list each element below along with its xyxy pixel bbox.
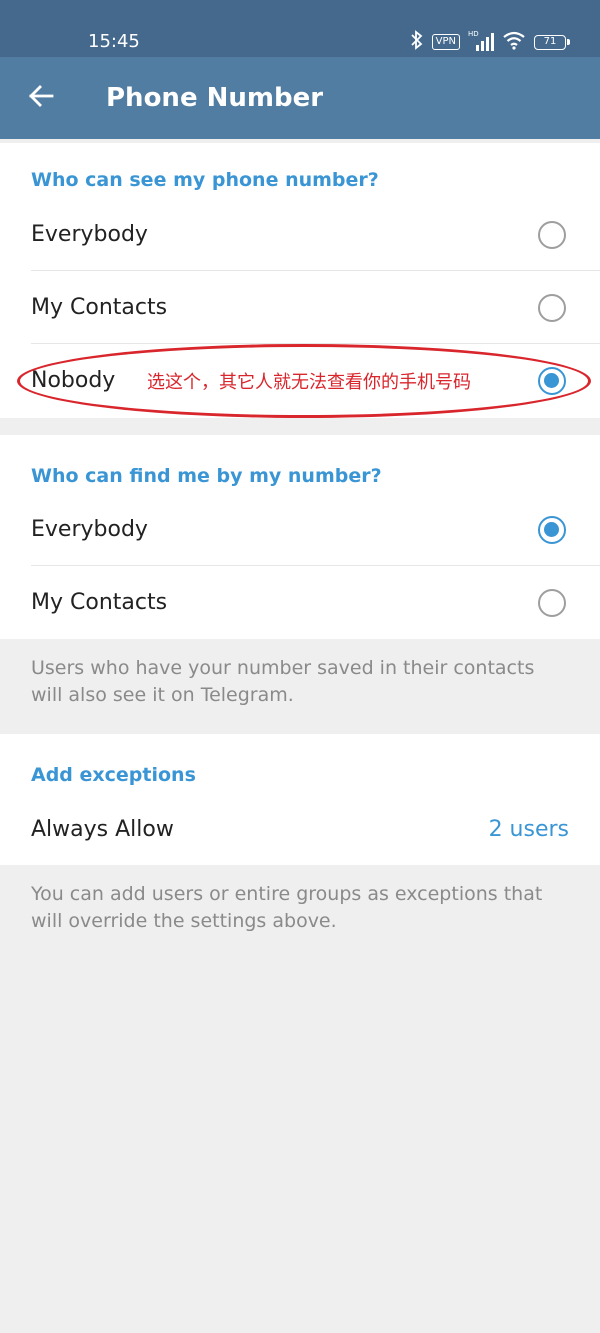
radio-button[interactable] xyxy=(538,293,566,322)
arrow-left-icon xyxy=(28,84,54,112)
battery-icon: 71 xyxy=(534,34,570,50)
status-time: 15:45 xyxy=(88,31,140,52)
see-option-my-contacts[interactable]: My Contacts xyxy=(0,271,600,344)
back-button[interactable] xyxy=(22,79,60,117)
exceptions-card: Add exceptions Always Allow 2 users xyxy=(0,734,600,865)
option-label: Everybody xyxy=(31,221,148,247)
always-allow-row[interactable]: Always Allow 2 users xyxy=(0,793,600,866)
see-option-everybody[interactable]: Everybody xyxy=(0,198,600,271)
annotation-text: 选这个，其它人就无法查看你的手机号码 xyxy=(147,372,471,393)
section-header-exceptions: Add exceptions xyxy=(31,764,196,786)
wifi-icon xyxy=(502,30,526,54)
radio-button-selected[interactable] xyxy=(538,515,566,544)
section-header-see: Who can see my phone number? xyxy=(31,169,379,191)
exceptions-info-text: You can add users or entire groups as ex… xyxy=(31,883,543,932)
radio-button[interactable] xyxy=(538,588,566,617)
page-title: Phone Number xyxy=(106,83,324,113)
signal-icon: HD xyxy=(468,30,494,52)
always-allow-count: 2 users xyxy=(488,816,569,842)
bluetooth-icon xyxy=(410,30,424,54)
status-bar: 15:45 VPN HD 71 xyxy=(0,0,600,57)
status-icons: VPN HD 71 xyxy=(410,30,570,54)
option-label: My Contacts xyxy=(31,294,168,320)
section-header-find: Who can find me by my number? xyxy=(31,465,382,487)
find-info-text: Users who have your number saved in thei… xyxy=(31,657,535,706)
find-number-card: Who can find me by my number? Everybody … xyxy=(0,435,600,639)
find-option-everybody[interactable]: Everybody xyxy=(0,493,600,566)
option-label: My Contacts xyxy=(31,589,168,615)
app-bar: Phone Number xyxy=(0,57,600,139)
radio-button[interactable] xyxy=(538,220,566,249)
option-label: Everybody xyxy=(31,516,148,542)
always-allow-label: Always Allow xyxy=(31,816,174,842)
find-option-my-contacts[interactable]: My Contacts xyxy=(0,566,600,639)
vpn-icon: VPN xyxy=(431,34,460,50)
